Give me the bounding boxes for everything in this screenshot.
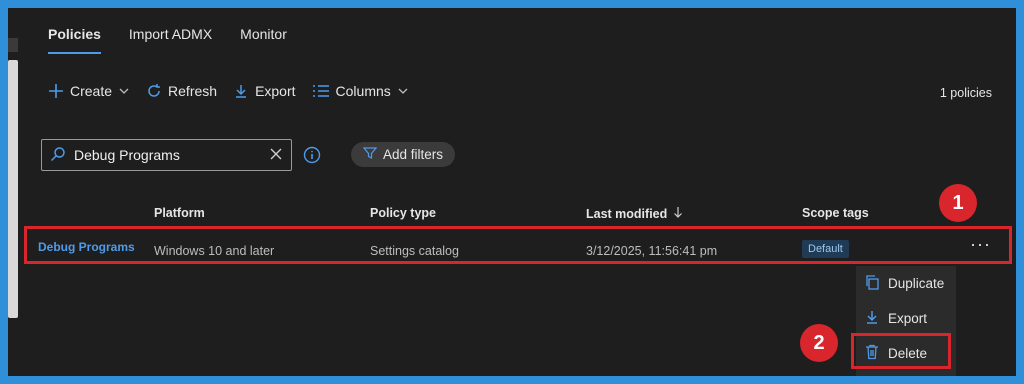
cell-policy-type: Settings catalog — [370, 244, 459, 258]
duplicate-icon — [864, 274, 880, 293]
chevron-down-icon — [118, 85, 130, 97]
cell-platform: Windows 10 and later — [154, 244, 275, 258]
create-button[interactable]: Create — [48, 83, 130, 99]
header-policy-type[interactable]: Policy type — [370, 206, 436, 220]
columns-icon — [312, 84, 330, 98]
menu-item-duplicate[interactable]: Duplicate — [856, 270, 952, 296]
tab-import-admx[interactable]: Import ADMX — [129, 26, 212, 54]
policy-count: 1 policies — [939, 86, 992, 100]
cell-last-modified: 3/12/2025, 11:56:41 pm — [586, 244, 718, 258]
header-platform[interactable]: Platform — [154, 206, 205, 220]
info-icon[interactable] — [303, 146, 321, 169]
download-icon — [233, 83, 249, 99]
header-scope-tags[interactable]: Scope tags — [802, 206, 869, 220]
columns-button[interactable]: Columns — [312, 83, 409, 99]
add-filters-button[interactable]: Add filters — [351, 142, 456, 167]
download-icon — [864, 309, 880, 328]
policies-panel: Policies Import ADMX Monitor Create Refr… — [8, 8, 1016, 376]
step-marker-1: 1 — [939, 184, 977, 222]
header-last-modified-label: Last modified — [586, 206, 668, 221]
menu-item-export-label: Export — [888, 310, 928, 326]
step-marker-2: 2 — [800, 324, 838, 362]
header-last-modified[interactable]: Last modified — [586, 206, 683, 221]
tab-policies[interactable]: Policies — [48, 26, 101, 54]
tab-bar: Policies Import ADMX Monitor — [48, 26, 287, 54]
more-options-button[interactable]: ··· — [970, 234, 991, 255]
clear-icon[interactable] — [269, 147, 283, 164]
export-label: Export — [255, 83, 296, 99]
plus-icon — [48, 83, 64, 99]
toolbar: Create Refresh Export Columns — [48, 83, 425, 99]
search-value[interactable]: Debug Programs — [74, 147, 269, 163]
search-input[interactable]: Debug Programs — [41, 139, 292, 171]
policy-name-link[interactable]: Debug Programs — [38, 240, 135, 254]
sort-down-icon — [673, 206, 683, 221]
add-filters-label: Add filters — [383, 147, 444, 162]
highlight-delete-outline — [851, 333, 951, 369]
create-label: Create — [70, 83, 113, 99]
columns-label: Columns — [335, 83, 391, 99]
menu-item-export[interactable]: Export — [856, 305, 952, 331]
chevron-down-icon — [397, 85, 409, 97]
filter-icon — [362, 146, 378, 163]
refresh-label: Refresh — [168, 83, 218, 99]
refresh-icon — [146, 83, 162, 99]
scope-tag-badge: Default — [802, 240, 849, 258]
scrollbar-track — [8, 38, 18, 52]
search-icon — [50, 146, 66, 165]
export-button[interactable]: Export — [233, 83, 296, 99]
refresh-button[interactable]: Refresh — [146, 83, 217, 99]
menu-item-duplicate-label: Duplicate — [888, 275, 945, 291]
tab-monitor[interactable]: Monitor — [240, 26, 287, 54]
vertical-scrollbar[interactable] — [8, 60, 18, 318]
